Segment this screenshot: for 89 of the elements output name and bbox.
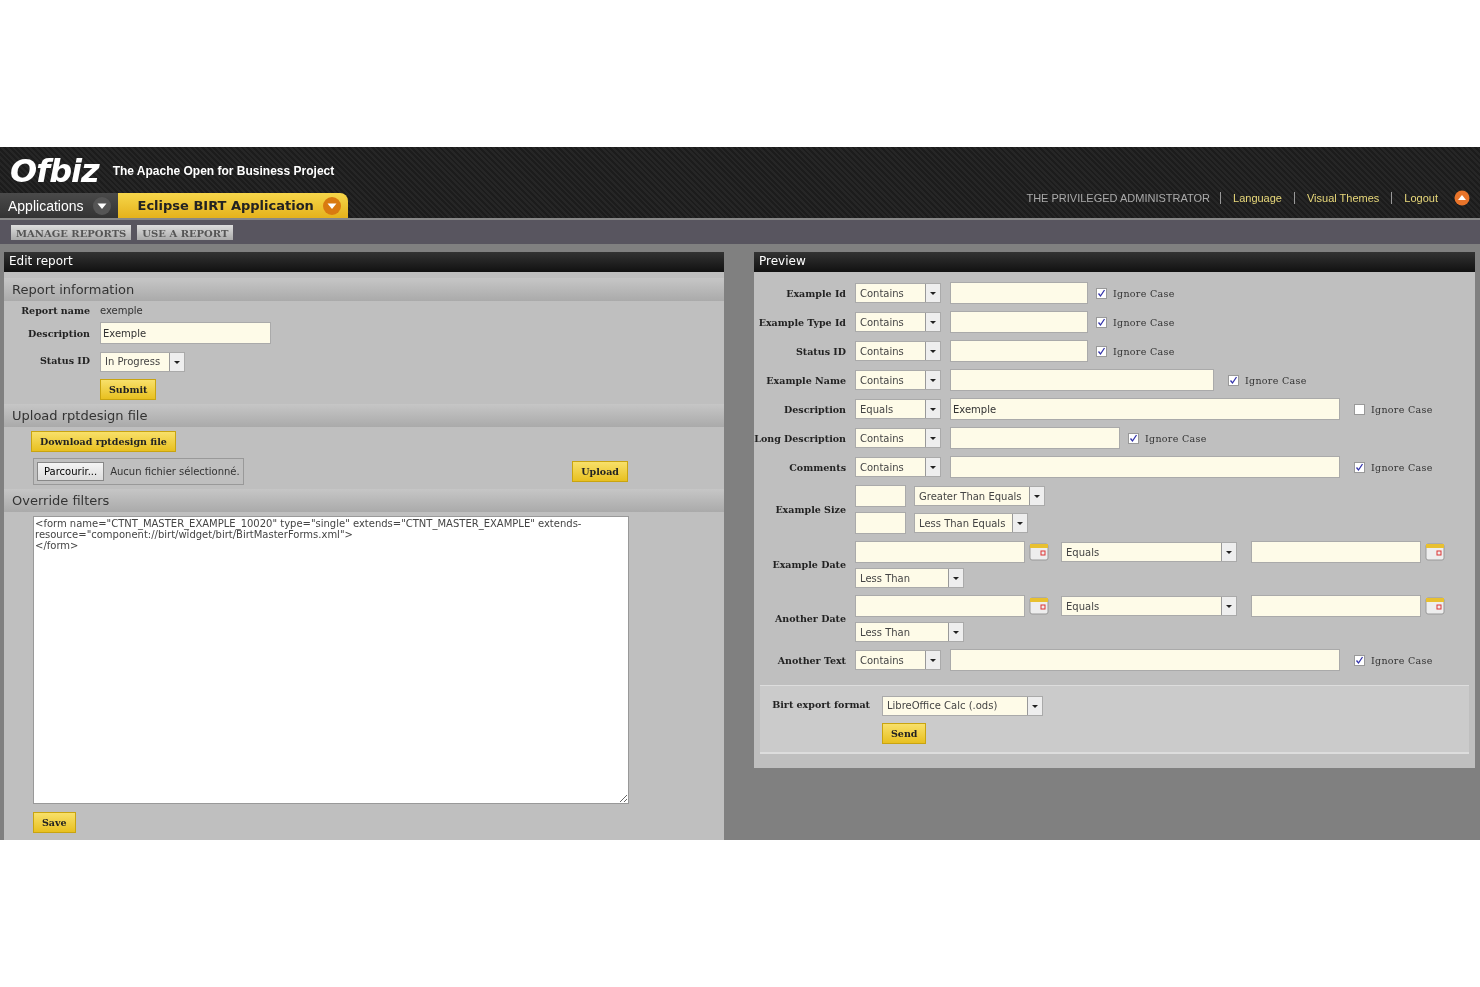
text-field[interactable]: Exemple: [950, 398, 1340, 420]
select-field[interactable]: In Progress: [100, 351, 185, 372]
send-button[interactable]: Send: [882, 722, 927, 744]
caret-icon: [91, 195, 112, 216]
select-field[interactable]: Contains: [855, 312, 941, 332]
filter-label: Example Size: [774, 504, 846, 515]
app-tab[interactable]: Applications: [0, 193, 118, 218]
filter-label: Description: [783, 403, 846, 415]
filter-label: Comments: [788, 461, 846, 473]
date-field[interactable]: [1251, 595, 1421, 617]
checkbox[interactable]: [1354, 654, 1365, 666]
filter-label: Another Date: [773, 613, 846, 624]
panel-title: Preview: [754, 252, 1475, 272]
filter-label: Status ID: [794, 345, 846, 357]
filter-label: Example Id: [785, 287, 846, 299]
field-label: Report name: [20, 305, 90, 316]
date-field[interactable]: [855, 541, 1025, 563]
checkbox[interactable]: [1096, 345, 1107, 357]
text-field[interactable]: [950, 456, 1340, 478]
override-filters-textarea[interactable]: <form name="CTNT_MASTER_EXAMPLE_10020" type="single" extends="CTNT_MASTER_EXAMPLE" extends-resource="component://birt/widget/birt/BirtMasterForms.xml"> </form>: [33, 515, 629, 804]
filter-label: Long Description: [754, 432, 846, 444]
report-name: exemple: [100, 305, 144, 316]
date-field[interactable]: [855, 595, 1025, 617]
checkbox[interactable]: [1096, 316, 1107, 328]
checkbox[interactable]: [1354, 461, 1365, 473]
select-field[interactable]: Less Than: [855, 622, 964, 642]
nav-button[interactable]: MANAGE REPORTS: [11, 224, 132, 240]
select-field[interactable]: Contains: [855, 457, 941, 477]
upload-button[interactable]: Upload: [572, 460, 628, 482]
user-name: THE PRIVILEGED ADMINISTRATOR: [1026, 192, 1212, 204]
description-field[interactable]: Exemple: [100, 322, 271, 344]
date-field[interactable]: [1251, 541, 1421, 563]
file-status: Aucun fichier sélectionné.: [110, 465, 240, 477]
text-field[interactable]: [950, 649, 1340, 671]
text-field[interactable]: [950, 340, 1088, 362]
nav-button[interactable]: USE A REPORT: [137, 224, 234, 240]
checkbox-label: Ignore Case: [1113, 345, 1175, 357]
tagline: The Apache Open for Business Project: [112, 164, 335, 178]
select-field[interactable]: Less Than Equals: [914, 513, 1028, 533]
checkbox[interactable]: [1128, 432, 1139, 444]
save-button[interactable]: Save: [33, 811, 76, 833]
header-link[interactable]: Logout: [1391, 192, 1450, 204]
select-field[interactable]: Greater Than Equals: [914, 486, 1045, 506]
select-field[interactable]: Equals: [855, 399, 941, 419]
select-field[interactable]: Contains: [855, 428, 941, 448]
app-tab[interactable]: Eclipse BIRT Application: [117, 193, 348, 218]
text-field[interactable]: [950, 282, 1088, 304]
header-link[interactable]: Visual Themes: [1294, 192, 1392, 204]
text-field[interactable]: [950, 311, 1088, 333]
select-field[interactable]: Contains: [855, 650, 941, 670]
field-label: Description: [27, 327, 90, 339]
select-field[interactable]: Equals: [1061, 596, 1237, 616]
select-field[interactable]: Contains: [855, 341, 941, 361]
header-link[interactable]: Language: [1220, 192, 1294, 204]
checkbox-label: Ignore Case: [1145, 432, 1207, 444]
checkbox-label: Ignore Case: [1113, 287, 1175, 299]
text-field[interactable]: [950, 369, 1214, 391]
submit-button[interactable]: Submit: [100, 378, 157, 400]
checkbox-label: Ignore Case: [1371, 403, 1433, 415]
logo[interactable]: Ofbiz: [10, 153, 99, 189]
checkbox[interactable]: [1228, 374, 1239, 386]
section-title: Override filters: [4, 488, 724, 512]
text-field[interactable]: [950, 427, 1120, 449]
select-field[interactable]: LibreOffice Calc (.ods): [882, 695, 1043, 716]
checkbox[interactable]: [1096, 287, 1107, 299]
filter-label: Example Date: [771, 559, 846, 570]
panel-title: Edit report: [4, 252, 724, 272]
checkbox-label: Ignore Case: [1371, 461, 1433, 473]
caret-icon: [321, 195, 342, 216]
select-field[interactable]: Equals: [1061, 542, 1237, 562]
select-field[interactable]: Contains: [855, 283, 941, 303]
checkbox-label: Ignore Case: [1113, 316, 1175, 328]
field-label: Birt export format: [771, 699, 870, 711]
text-field[interactable]: [855, 512, 906, 534]
select-field[interactable]: Less Than: [855, 568, 964, 588]
checkbox-label: Ignore Case: [1245, 374, 1307, 386]
filter-label: Another Text: [776, 654, 846, 666]
section-title: Report information: [4, 278, 724, 301]
checkbox-label: Ignore Case: [1371, 654, 1433, 666]
browse-button[interactable]: Parcourir...: [37, 461, 105, 481]
field-label: Status ID: [38, 355, 90, 367]
filter-label: Example Name: [765, 374, 846, 386]
text-field[interactable]: [855, 485, 906, 507]
download-button[interactable]: Download rptdesign file: [31, 430, 176, 452]
select-field[interactable]: Contains: [855, 370, 941, 390]
section-title: Upload rptdesign file: [4, 403, 724, 427]
file-picker[interactable]: Parcourir... Aucun fichier sélectionné.: [33, 457, 244, 485]
checkbox[interactable]: [1354, 403, 1365, 415]
filter-label: Example Type Id: [757, 316, 846, 328]
